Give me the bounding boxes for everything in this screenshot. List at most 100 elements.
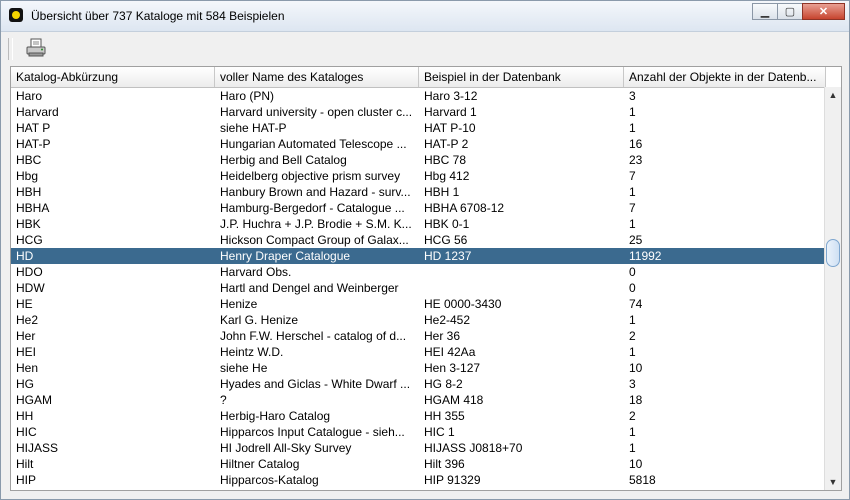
table-row[interactable]: Haro Haro (PN) Haro 3-12 3 <box>11 88 826 104</box>
cell-object-count: 1 <box>629 105 636 119</box>
cell-abbreviation: HBK <box>16 217 41 231</box>
cell-object-count: 18 <box>629 393 643 407</box>
app-icon <box>9 8 23 22</box>
cell-object-count: 2 <box>629 409 636 423</box>
table-row[interactable]: HCG Hickson Compact Group of Galax... HCG … <box>11 232 826 248</box>
table-row[interactable]: Her John F.W. Herschel - catalog of d... H… <box>11 328 826 344</box>
cell-full-name: Hiltner Catalog <box>220 457 300 471</box>
table-row[interactable]: HD Henry Draper Catalogue HD 1237 11992 <box>11 248 826 264</box>
cell-abbreviation: HIP <box>16 473 37 487</box>
cell-example: HBK 0-1 <box>424 217 470 231</box>
cell-example: HBHA 6708-12 <box>424 201 505 215</box>
table-row[interactable]: HE Henize HE 0000-3430 74 <box>11 296 826 312</box>
column-header-full-name[interactable]: voller Name des Kataloges <box>215 67 419 87</box>
catalog-overview-window: Übersicht über 737 Kataloge mit 584 Beis… <box>0 0 850 500</box>
table-row[interactable]: HAT-P Hungarian Automated Telescope ... HA… <box>11 136 826 152</box>
column-header-object-count[interactable]: Anzahl der Objekte in der Datenb... <box>624 67 826 87</box>
cell-abbreviation: HE <box>16 297 33 311</box>
toolbar <box>2 32 848 64</box>
cell-abbreviation: Hilt <box>16 457 34 471</box>
cell-example: HGAM 418 <box>424 393 484 407</box>
cell-object-count: 2 <box>629 329 636 343</box>
table-row[interactable]: Hilt Hiltner Catalog Hilt 396 10 <box>11 456 826 472</box>
maximize-button[interactable]: ▢ <box>777 3 803 20</box>
cell-full-name: siehe He <box>220 361 268 375</box>
cell-object-count: 3 <box>629 377 636 391</box>
cell-example: Hilt 396 <box>424 457 465 471</box>
table-row[interactable]: HGAM? HGAM 418 18 <box>11 392 826 408</box>
table-row[interactable]: HH Herbig-Haro Catalog HH 355 2 <box>11 408 826 424</box>
close-button[interactable]: ✕ <box>802 3 845 20</box>
cell-example: HEI 42Aa <box>424 345 476 359</box>
cell-abbreviation: HG <box>16 377 34 391</box>
table-row[interactable]: HDW Hartl and Dengel and Weinberger 0 <box>11 280 826 296</box>
table-row[interactable]: HG Hyades and Giclas - White Dwarf ... HG … <box>11 376 826 392</box>
scrollbar-thumb[interactable] <box>826 239 840 267</box>
table-row[interactable]: Harvard Harvard university - open cluster… <box>11 104 826 120</box>
cell-object-count: 11992 <box>629 249 662 263</box>
table-row[interactable]: HIP Hipparcos-Katalog HIP 91329 5818 <box>11 472 826 488</box>
table-row[interactable]: HAT P siehe HAT-P HAT P-10 1 <box>11 120 826 136</box>
cell-full-name: HI Jodrell All-Sky Survey <box>220 441 352 455</box>
cell-full-name: John F.W. Herschel - catalog of d... <box>220 329 407 343</box>
cell-example: HAT P-10 <box>424 121 476 135</box>
table-header: Katalog-Abkürzung voller Name des Katalo… <box>11 67 826 88</box>
scroll-down-icon[interactable]: ▼ <box>825 474 841 490</box>
table-row[interactable]: HBC Herbig and Bell Catalog HBC 78 23 <box>11 152 826 168</box>
cell-example: Haro 3-12 <box>424 89 478 103</box>
cell-abbreviation: HH <box>16 409 34 423</box>
cell-example: HIC 1 <box>424 425 455 439</box>
title-bar[interactable]: Übersicht über 737 Kataloge mit 584 Beis… <box>1 1 849 32</box>
vertical-scrollbar[interactable]: ▲ ▼ <box>824 87 841 490</box>
cell-example: HAT-P 2 <box>424 137 469 151</box>
cell-abbreviation: Hbg <box>16 169 39 183</box>
toolbar-grip[interactable] <box>8 38 13 60</box>
cell-abbreviation: HCG <box>16 233 43 247</box>
table-row[interactable]: Hbg Heidelberg objective prism survey Hbg … <box>11 168 826 184</box>
cell-abbreviation: HIJASS <box>16 441 59 455</box>
column-header-abbreviation[interactable]: Katalog-Abkürzung <box>11 67 215 87</box>
cell-object-count: 1 <box>629 121 636 135</box>
cell-full-name: Hipparcos Input Catalogue - sieh... <box>220 425 405 439</box>
cell-object-count: 1 <box>629 185 636 199</box>
cell-example: HD 1237 <box>424 249 472 263</box>
table-row[interactable]: Hen siehe He Hen 3-127 10 <box>11 360 826 376</box>
table-row[interactable]: HIC Hipparcos Input Catalogue - sieh... HI… <box>11 424 826 440</box>
cell-full-name: siehe HAT-P <box>220 121 287 135</box>
cell-full-name: Harvard Obs. <box>220 265 292 279</box>
cell-example: HG 8-2 <box>424 377 463 391</box>
cell-abbreviation: Haro <box>16 89 43 103</box>
cell-abbreviation: HGAM <box>16 393 52 407</box>
cell-object-count: 0 <box>629 281 636 295</box>
table-row[interactable]: He2 Karl G. Henize He2-452 1 <box>11 312 826 328</box>
minimize-icon: ▁ <box>760 6 770 18</box>
cell-full-name: ? <box>220 393 227 407</box>
cell-full-name: Hamburg-Bergedorf - Catalogue ... <box>220 201 405 215</box>
print-icon <box>26 38 46 57</box>
cell-abbreviation: He2 <box>16 313 39 327</box>
cell-object-count: 1 <box>629 441 636 455</box>
print-button[interactable] <box>24 36 48 60</box>
cell-object-count: 23 <box>629 153 643 167</box>
cell-example: Hen 3-127 <box>424 361 481 375</box>
cell-abbreviation: HBC <box>16 153 42 167</box>
table-row[interactable]: HBHA Hamburg-Bergedorf - Catalogue ... HBH… <box>11 200 826 216</box>
cell-example <box>419 264 624 280</box>
table-row[interactable]: HBH Hanbury Brown and Hazard - surv... HBH… <box>11 184 826 200</box>
minimize-button[interactable]: ▁ <box>752 3 778 20</box>
table-row[interactable]: HBK J.P. Huchra + J.P. Brodie + S.M. K...… <box>11 216 826 232</box>
table-row[interactable]: HEI Heintz W.D. HEI 42Aa 1 <box>11 344 826 360</box>
cell-example: HBC 78 <box>424 153 467 167</box>
cell-object-count: 0 <box>629 265 636 279</box>
table-row[interactable]: HDO Harvard Obs. 0 <box>11 264 826 280</box>
cell-abbreviation: HDW <box>16 281 45 295</box>
cell-example: Harvard 1 <box>424 105 477 119</box>
scroll-up-icon[interactable]: ▲ <box>825 87 841 103</box>
cell-full-name: Hartl and Dengel and Weinberger <box>220 281 399 295</box>
table-row[interactable]: HIJASS HI Jodrell All-Sky Survey HIJASS J0… <box>11 440 826 456</box>
column-header-example[interactable]: Beispiel in der Datenbank <box>419 67 624 87</box>
cell-example: HIP 91329 <box>424 473 481 487</box>
cell-object-count: 25 <box>629 233 643 247</box>
cell-full-name: Hickson Compact Group of Galax... <box>220 233 409 247</box>
cell-full-name: Karl G. Henize <box>220 313 299 327</box>
